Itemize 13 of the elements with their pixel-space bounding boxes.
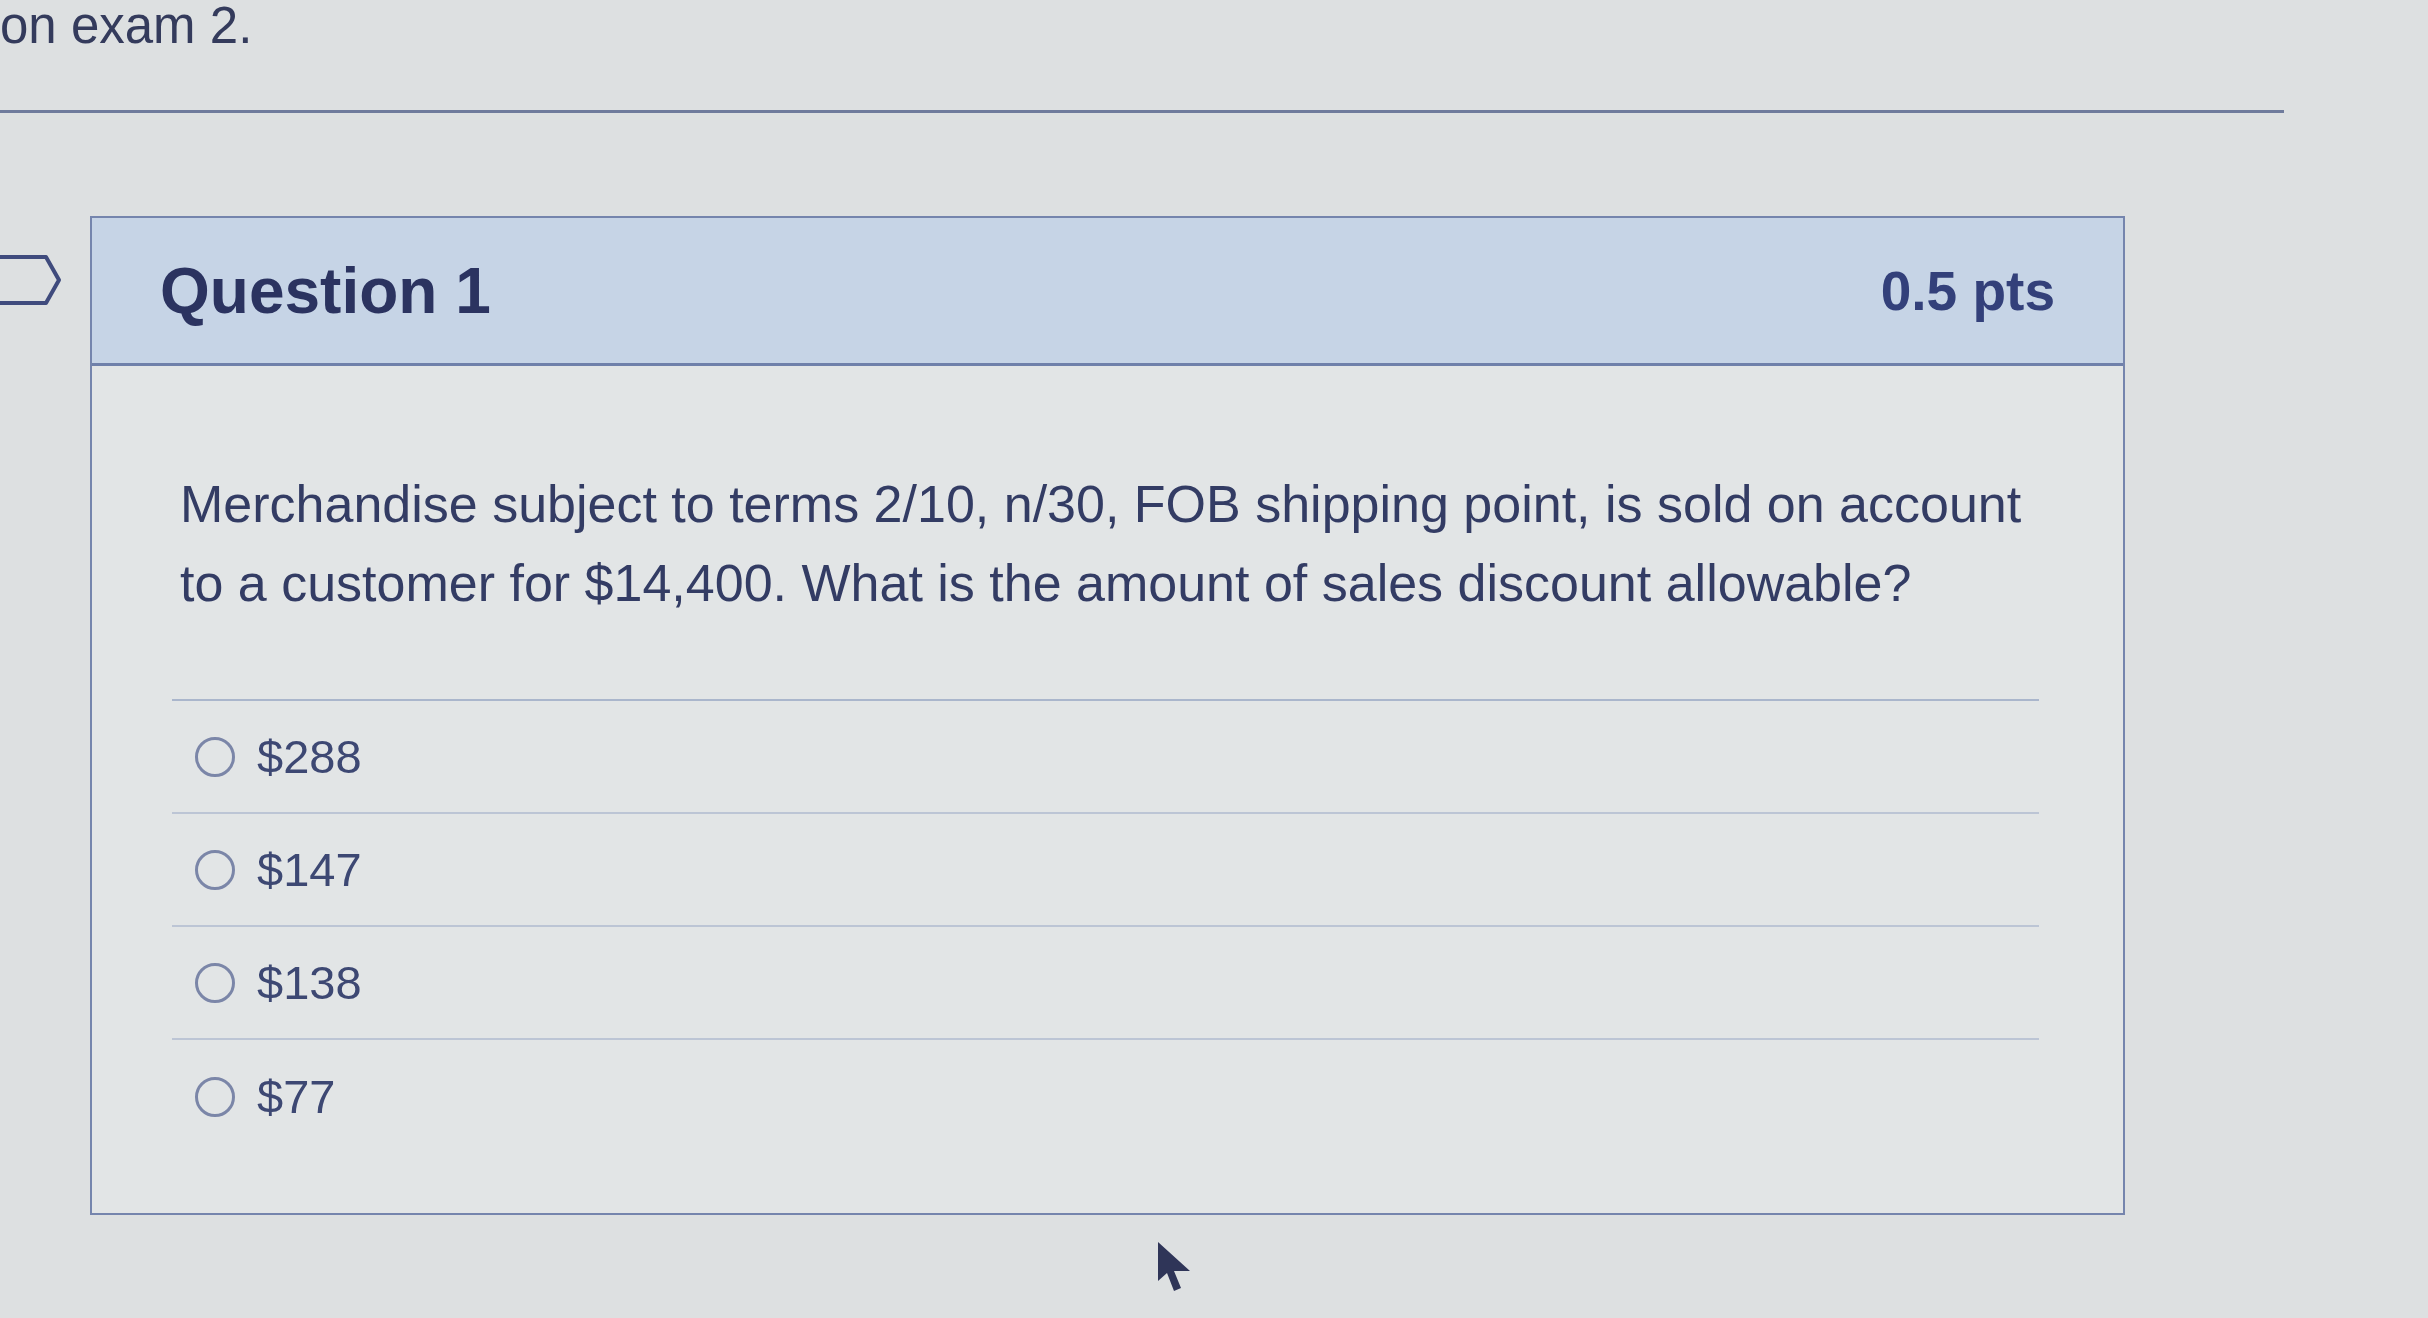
radio-button[interactable] (195, 849, 235, 890)
answer-text[interactable]: $138 (257, 955, 362, 1010)
radio-button[interactable] (195, 1076, 235, 1117)
flag-icon[interactable] (0, 254, 62, 306)
answer-text[interactable]: $77 (257, 1069, 336, 1124)
question-title: Question 1 (160, 253, 491, 328)
question-text: Merchandise subject to terms 2/10, n/30, FOB shipping point, is sold on account to a customer for $14,400. What is the amount of sales discount allowable? (180, 474, 2023, 614)
answer-text[interactable]: $147 (257, 842, 362, 897)
radio-button[interactable] (195, 736, 235, 777)
page-title: on exam 2. (0, 0, 254, 51)
points-label: 0.5 pts (1880, 258, 2055, 323)
answer-text[interactable]: $288 (257, 729, 362, 784)
radio-button[interactable] (195, 962, 235, 1003)
